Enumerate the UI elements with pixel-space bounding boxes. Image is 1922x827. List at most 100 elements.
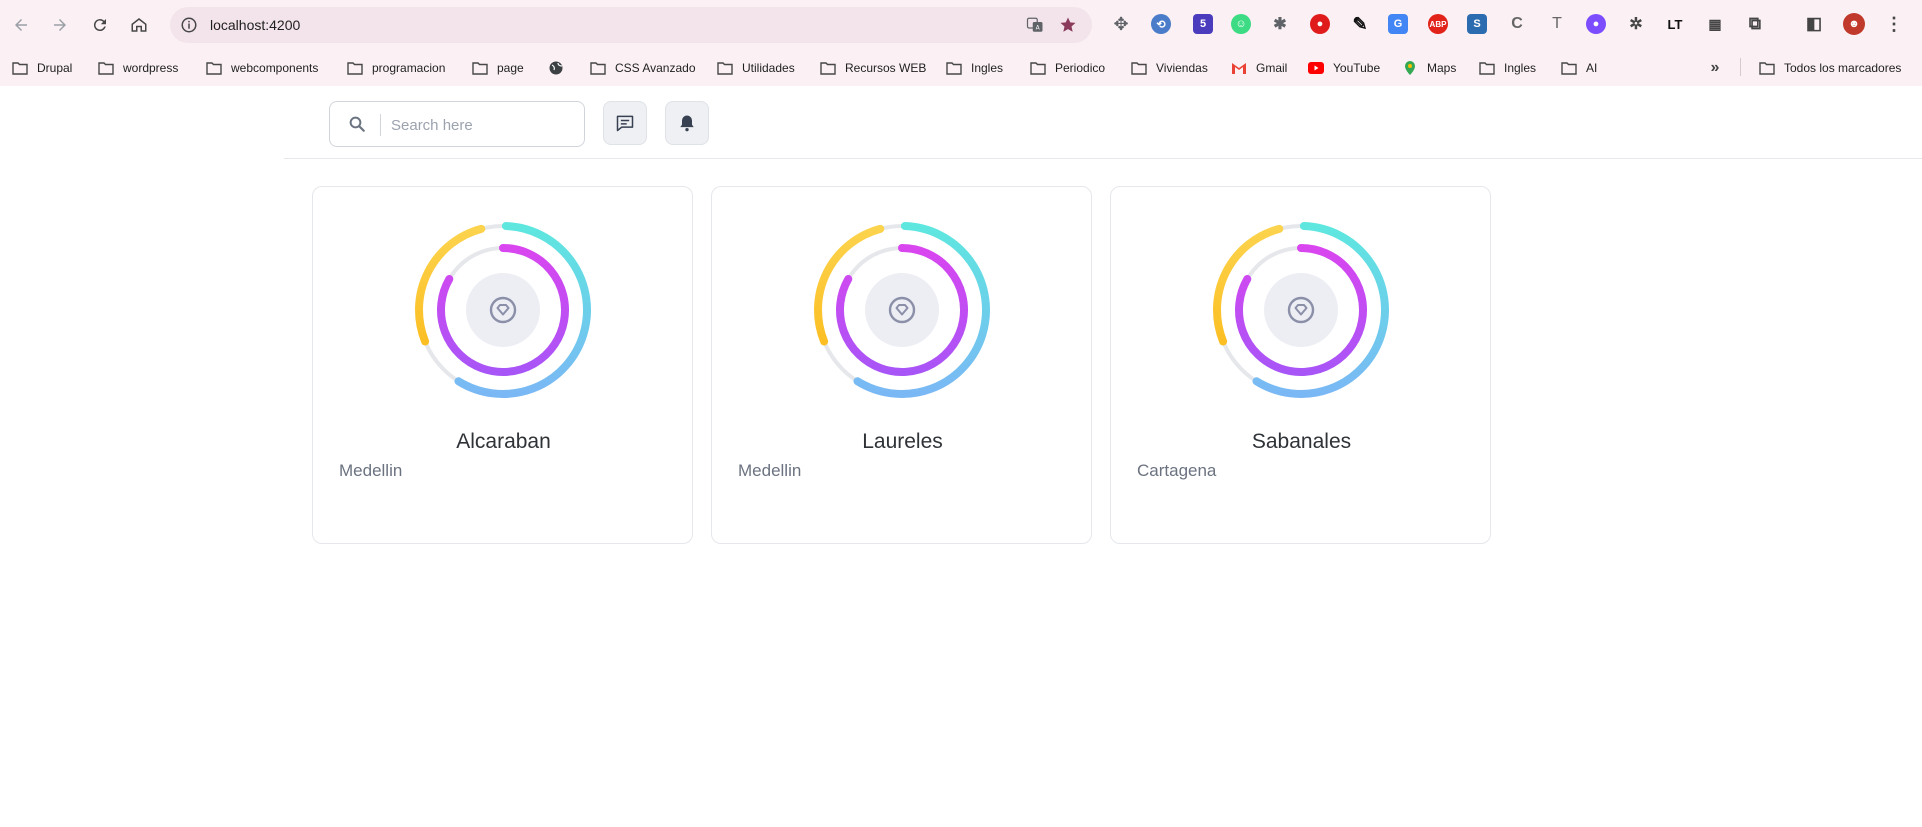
location-city: Cartagena (1137, 461, 1217, 480)
bookmark-item[interactable]: Periodico (1030, 58, 1105, 78)
youtube-icon (1308, 62, 1324, 74)
translate-icon[interactable]: A (1026, 16, 1044, 34)
bookmark-label: Utilidades (742, 61, 795, 75)
all-bookmarks-folder[interactable]: Todos los marcadores (1759, 58, 1901, 78)
kebab-menu-icon[interactable]: ⋮ (1884, 14, 1904, 34)
extensions-puzzle-icon[interactable]: ⧉ (1745, 14, 1765, 34)
bookmark-item[interactable]: Gmail (1231, 58, 1287, 78)
reload-button[interactable] (87, 12, 113, 38)
bookmark-item[interactable]: programacion (347, 58, 445, 78)
extension-icon-14[interactable]: ✲ (1626, 14, 1646, 34)
back-button[interactable] (8, 12, 34, 38)
more-bookmarks-chevron-icon[interactable]: » (1705, 58, 1725, 78)
bookmark-item[interactable]: CSS Avanzado (590, 58, 696, 78)
folder-icon (1131, 62, 1147, 75)
bookmark-item[interactable]: wordpress (98, 58, 178, 78)
all-bookmarks-label: Todos los marcadores (1784, 61, 1902, 75)
bookmark-item[interactable]: Ingles (1479, 58, 1536, 78)
progress-rings (814, 222, 990, 398)
adblock-icon[interactable]: ABP (1428, 14, 1448, 34)
move-extension-icon[interactable]: ✥ (1111, 14, 1131, 34)
center-disc (1264, 273, 1338, 347)
bookmark-label: Recursos WEB (845, 61, 927, 75)
bookmark-item[interactable]: Maps (1402, 58, 1456, 78)
bookmark-item[interactable]: page (472, 58, 524, 78)
google-translate-extension-icon[interactable]: G (1388, 14, 1408, 34)
site-info-icon[interactable] (180, 16, 198, 34)
messages-button[interactable] (603, 101, 647, 145)
home-button[interactable] (126, 12, 152, 38)
bookmark-item[interactable]: Utilidades (717, 58, 795, 78)
folder-icon (1479, 62, 1495, 75)
search-icon (349, 116, 365, 132)
notifications-button[interactable] (665, 101, 709, 145)
globe-icon (549, 61, 563, 75)
bookmark-item[interactable]: Drupal (12, 58, 72, 78)
bookmark-label: wordpress (123, 61, 179, 75)
location-card[interactable]: Sabanales Cartagena (1110, 186, 1491, 544)
location-name: Sabanales (1251, 430, 1352, 453)
bookmark-label: Periodico (1055, 61, 1106, 75)
color-picker-icon[interactable]: ✎ (1350, 14, 1370, 34)
bookmark-item[interactable]: webcomponents (206, 58, 318, 78)
center-disc (466, 273, 540, 347)
search-input[interactable] (391, 114, 571, 136)
qr-code-icon[interactable]: ▦ (1705, 14, 1725, 34)
side-panel-icon[interactable]: ◧ (1804, 14, 1824, 34)
profile-avatar-icon[interactable]: ☻ (1843, 13, 1865, 35)
search-divider (380, 114, 381, 136)
bell-icon (680, 115, 694, 132)
bookmark-label: CSS Avanzado (615, 61, 696, 75)
bookmark-label: webcomponents (231, 61, 319, 75)
folder-icon (717, 62, 733, 75)
extension-icon-6[interactable]: ● (1310, 14, 1330, 34)
bookmark-item[interactable]: Recursos WEB (820, 58, 926, 78)
bookmark-item[interactable]: Ingles (946, 58, 1003, 78)
arrow-left-icon (15, 19, 27, 31)
folder-icon (206, 62, 222, 75)
location-city: Medellin (339, 461, 403, 480)
bookmark-label: Maps (1427, 61, 1457, 75)
center-disc (865, 273, 939, 347)
bookmark-label: Ingles (1504, 61, 1537, 75)
app-header (284, 86, 1922, 159)
bug-extension-icon[interactable]: ✱ (1270, 14, 1290, 34)
search-box[interactable] (329, 101, 585, 147)
folder-icon (472, 62, 488, 75)
extension-icon-10[interactable]: S (1467, 14, 1487, 34)
location-card[interactable]: Alcaraban Medellin (312, 186, 693, 544)
extension-icon-3[interactable]: 5 (1193, 14, 1213, 34)
url-text: localhost:4200 (210, 17, 301, 33)
extension-icon-13[interactable]: ● (1586, 14, 1606, 34)
bookmark-item[interactable]: AI (1561, 58, 1597, 78)
reload-icon (93, 19, 106, 32)
address-bar[interactable]: localhost:4200 A (170, 7, 1092, 43)
chat-icon (616, 115, 634, 132)
folder-icon (820, 62, 836, 75)
browser-chrome: localhost:4200 A ✥ ⟲ 5 ☺ ✱ ● ✎ G ABP S C… (0, 0, 1922, 86)
extension-icon-15[interactable]: LT (1665, 14, 1685, 34)
browser-toolbar: localhost:4200 A ✥ ⟲ 5 ☺ ✱ ● ✎ G ABP S C… (0, 0, 1922, 50)
extension-icon-4[interactable]: ☺ (1231, 14, 1251, 34)
bookmark-label: Drupal (37, 61, 73, 75)
extension-icon-2[interactable]: ⟲ (1151, 14, 1171, 34)
location-card[interactable]: Laureles Medellin (711, 186, 1092, 544)
folder-icon (946, 62, 962, 75)
bookmarks-bar: Drupal wordpress webcomponents programacion… (0, 52, 1922, 82)
bookmark-item[interactable]: Viviendas (1131, 58, 1208, 78)
extension-icon-12[interactable]: T (1547, 14, 1567, 34)
bookmark-item[interactable]: YouTube (1308, 58, 1380, 78)
folder-icon (1561, 62, 1577, 75)
bookmark-label: page (497, 61, 524, 75)
bookmark-label: Viviendas (1156, 61, 1208, 75)
location-name: Alcaraban (456, 430, 551, 453)
bookmark-star-icon[interactable] (1058, 15, 1078, 35)
bookmark-item[interactable] (548, 58, 573, 78)
folder-icon (347, 62, 363, 75)
forward-button[interactable] (47, 12, 73, 38)
extension-icon-11[interactable]: C (1507, 14, 1527, 34)
location-city: Medellin (738, 461, 802, 480)
folder-icon (12, 62, 28, 75)
folder-icon (98, 62, 114, 75)
progress-rings (415, 222, 591, 398)
